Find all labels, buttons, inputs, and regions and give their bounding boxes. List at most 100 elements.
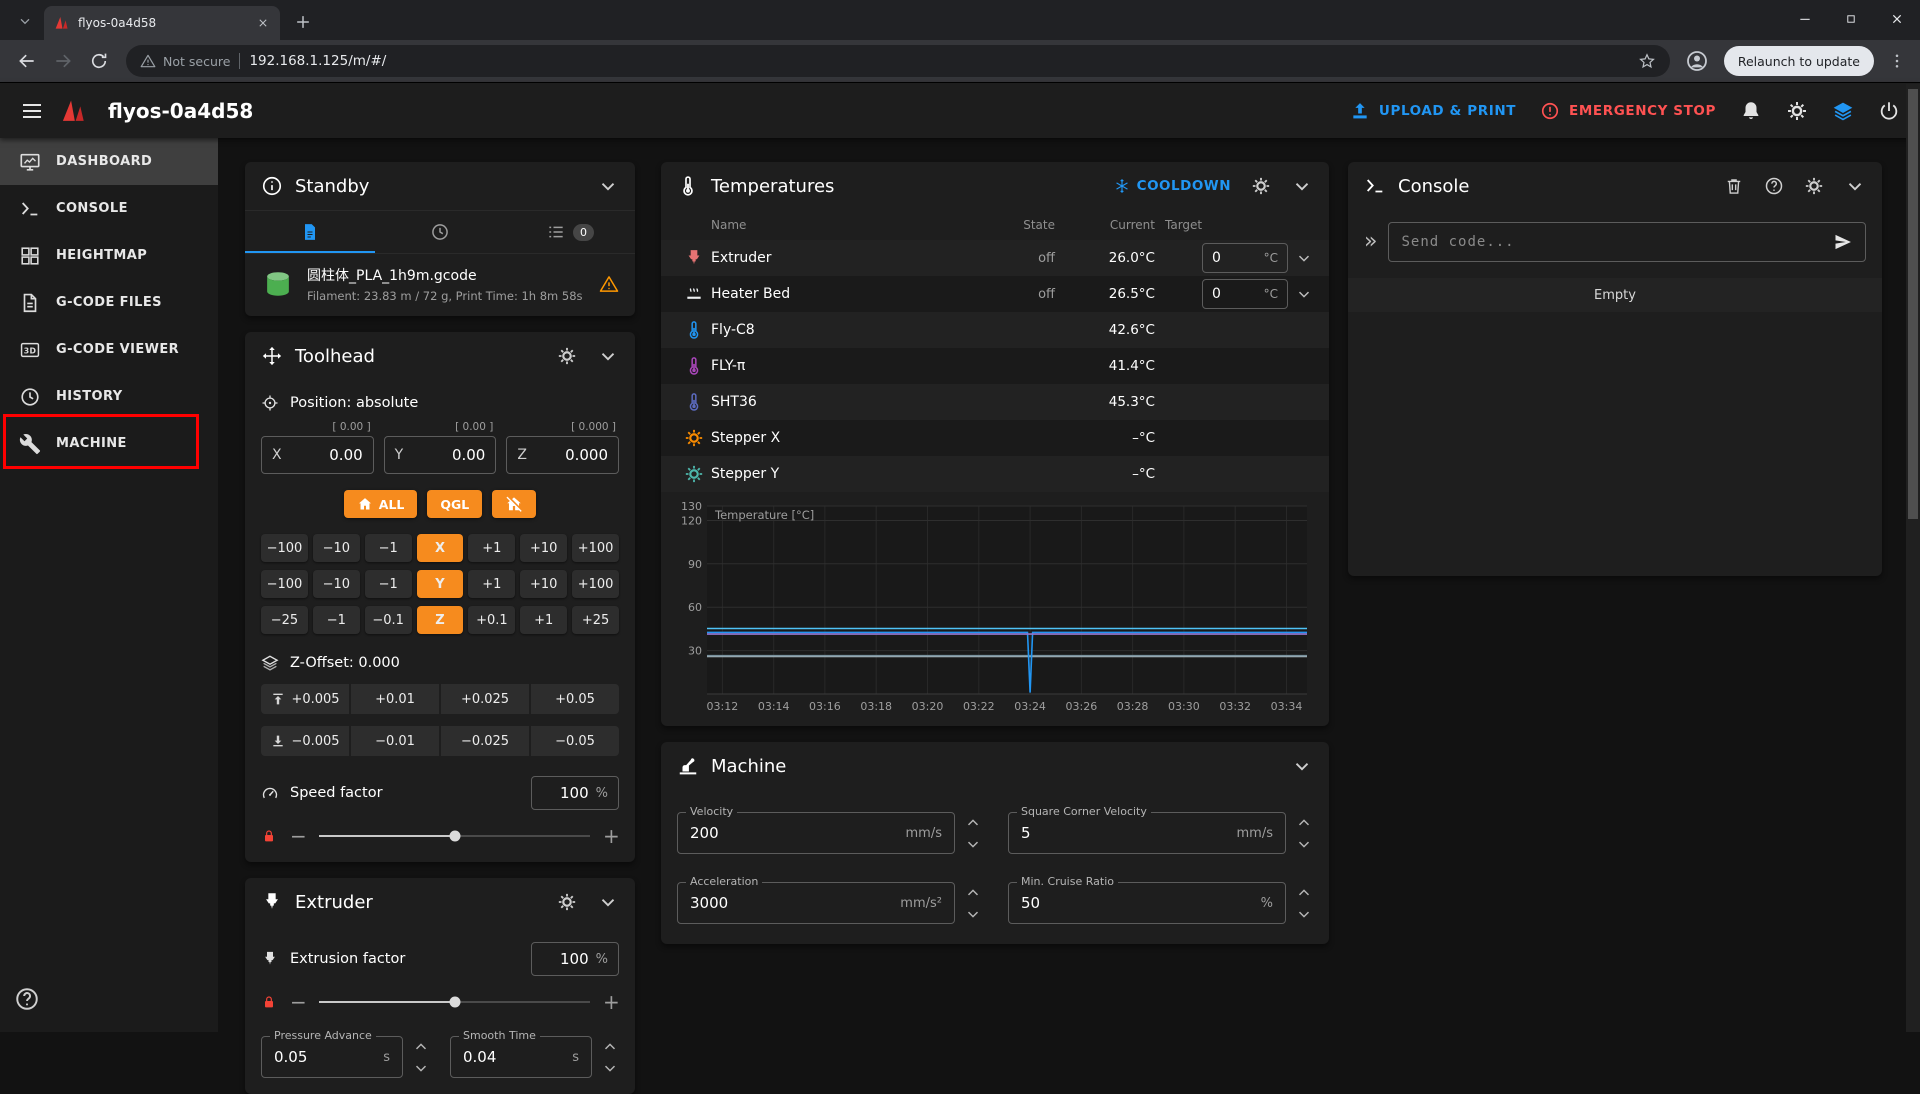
z-down-0005-button[interactable]: −0.005 (261, 726, 349, 756)
y-axis-button[interactable]: Y (417, 570, 464, 598)
target-dropdown-chevron[interactable] (1295, 285, 1313, 303)
clear-console-trash-icon[interactable] (1724, 176, 1744, 196)
speed-increase-button[interactable]: + (603, 826, 619, 846)
heater-bed-target-input[interactable]: 0 °C (1202, 279, 1288, 309)
jog-x-minus-10[interactable]: −10 (313, 534, 360, 562)
layers-icon[interactable] (1832, 100, 1854, 122)
status-tab-history[interactable] (375, 211, 505, 253)
interface-settings-icon[interactable] (1786, 100, 1808, 122)
sidebar-item-machine[interactable]: MACHINE (0, 420, 218, 467)
lock-icon[interactable] (261, 994, 277, 1010)
sidebar-item-dashboard[interactable]: DASHBOARD (0, 138, 218, 185)
sidebar-item-history[interactable]: HISTORY (0, 373, 218, 420)
forward-button[interactable] (46, 44, 80, 78)
temperatures-settings-icon[interactable] (1251, 176, 1271, 196)
home-all-button[interactable]: ALL (344, 490, 418, 518)
z-axis-button[interactable]: Z (417, 606, 464, 634)
reload-button[interactable] (82, 44, 116, 78)
security-chip[interactable]: Not secure (140, 53, 230, 69)
tab-close-button[interactable] (256, 16, 270, 30)
speed-factor-slider[interactable] (319, 835, 590, 837)
toolhead-settings-icon[interactable] (557, 346, 577, 366)
decrease-button[interactable] (964, 835, 982, 853)
window-close-button[interactable] (1874, 0, 1920, 38)
x-position-field[interactable]: [ 0.00 ] X 0.00 (261, 436, 374, 474)
increase-button[interactable] (1295, 884, 1313, 902)
console-settings-icon[interactable] (1804, 176, 1824, 196)
min-cruise-ratio-input[interactable]: Min. Cruise Ratio 50 % (1008, 882, 1286, 924)
status-tab-queue[interactable]: 0 (505, 211, 635, 253)
jog-y-minus-1[interactable]: −1 (365, 570, 412, 598)
power-icon[interactable] (1878, 100, 1900, 122)
send-icon[interactable] (1833, 232, 1853, 252)
decrease-button[interactable] (1295, 905, 1313, 923)
back-button[interactable] (10, 44, 44, 78)
pressure-advance-input[interactable]: Pressure Advance 0.05 s (261, 1036, 403, 1078)
extrusion-factor-input[interactable]: 100 % (531, 942, 619, 976)
z-down-0025-button[interactable]: −0.025 (441, 726, 529, 756)
page-scrollbar[interactable] (1906, 84, 1920, 1032)
jog-x-plus-1[interactable]: +1 (468, 534, 515, 562)
console-help-icon[interactable] (1764, 176, 1784, 196)
target-dropdown-chevron[interactable] (1295, 249, 1313, 267)
motors-off-button[interactable] (492, 490, 536, 518)
extrusion-factor-slider[interactable] (319, 1001, 590, 1003)
jog-y-minus-100[interactable]: −100 (261, 570, 308, 598)
profile-avatar[interactable] (1680, 44, 1714, 78)
sidebar-item-gcode-files[interactable]: G-CODE FILES (0, 279, 218, 326)
square-corner-velocity-input[interactable]: Square Corner Velocity 5 mm/s (1008, 812, 1286, 854)
jog-y-minus-10[interactable]: −10 (313, 570, 360, 598)
slider-thumb[interactable] (449, 831, 460, 842)
jog-z-minus-25[interactable]: −25 (261, 606, 308, 634)
increase-button[interactable] (964, 884, 982, 902)
minimize-button[interactable] (1782, 0, 1828, 38)
new-tab-button[interactable] (288, 7, 318, 37)
extrusion-increase-button[interactable]: + (603, 992, 619, 1012)
jog-x-minus-1[interactable]: −1 (365, 534, 412, 562)
decrease-button[interactable] (964, 905, 982, 923)
z-up-0025-button[interactable]: +0.025 (441, 684, 529, 714)
relaunch-update-button[interactable]: Relaunch to update (1724, 46, 1874, 76)
z-up-0005-button[interactable]: +0.005 (261, 684, 349, 714)
jog-z-plus-1[interactable]: +1 (520, 606, 567, 634)
omnibox[interactable]: Not secure 192.168.1.125/m/#/ (126, 45, 1670, 77)
jog-z-minus-1[interactable]: −1 (313, 606, 360, 634)
smooth-time-input[interactable]: Smooth Time 0.04 s (450, 1036, 592, 1078)
menu-toggle-button[interactable] (20, 99, 44, 123)
decrease-button[interactable] (412, 1059, 430, 1077)
status-tab-jobs[interactable] (245, 211, 375, 253)
emergency-stop-button[interactable]: EMERGENCY STOP (1540, 101, 1716, 121)
jog-x-plus-10[interactable]: +10 (520, 534, 567, 562)
increase-button[interactable] (1295, 814, 1313, 832)
x-axis-button[interactable]: X (417, 534, 464, 562)
z-position-field[interactable]: [ 0.000 ] Z 0.000 (506, 436, 619, 474)
slider-thumb[interactable] (449, 997, 460, 1008)
y-position-field[interactable]: [ 0.00 ] Y 0.00 (384, 436, 497, 474)
jog-x-plus-100[interactable]: +100 (572, 534, 619, 562)
z-down-005-button[interactable]: −0.05 (531, 726, 619, 756)
extruder-target-input[interactable]: 0 °C (1202, 243, 1288, 273)
sidebar-item-gcode-viewer[interactable]: 3D G-CODE VIEWER (0, 326, 218, 373)
z-up-005-button[interactable]: +0.05 (531, 684, 619, 714)
notifications-bell-icon[interactable] (1740, 100, 1762, 122)
jog-y-plus-1[interactable]: +1 (468, 570, 515, 598)
extrusion-decrease-button[interactable]: − (290, 992, 306, 1012)
console-collapse-chevron[interactable] (1844, 175, 1866, 197)
lock-icon[interactable] (261, 828, 277, 844)
decrease-button[interactable] (1295, 835, 1313, 853)
machine-collapse-chevron[interactable] (1291, 755, 1313, 777)
jog-y-plus-100[interactable]: +100 (572, 570, 619, 598)
sidebar-item-heightmap[interactable]: HEIGHTMAP (0, 232, 218, 279)
speed-factor-input[interactable]: 100 % (531, 776, 619, 810)
console-input[interactable] (1401, 234, 1825, 250)
status-collapse-chevron[interactable] (597, 175, 619, 197)
jog-x-minus-100[interactable]: −100 (261, 534, 308, 562)
z-up-001-button[interactable]: +0.01 (351, 684, 439, 714)
upload-print-button[interactable]: UPLOAD & PRINT (1350, 101, 1516, 121)
maximize-button[interactable] (1828, 0, 1874, 38)
browser-tab[interactable]: flyos-0a4d58 (44, 6, 280, 40)
tab-search-chevron-icon[interactable] (8, 4, 42, 38)
bookmark-star-icon[interactable] (1638, 52, 1656, 70)
toolhead-collapse-chevron[interactable] (597, 345, 619, 367)
increase-button[interactable] (964, 814, 982, 832)
